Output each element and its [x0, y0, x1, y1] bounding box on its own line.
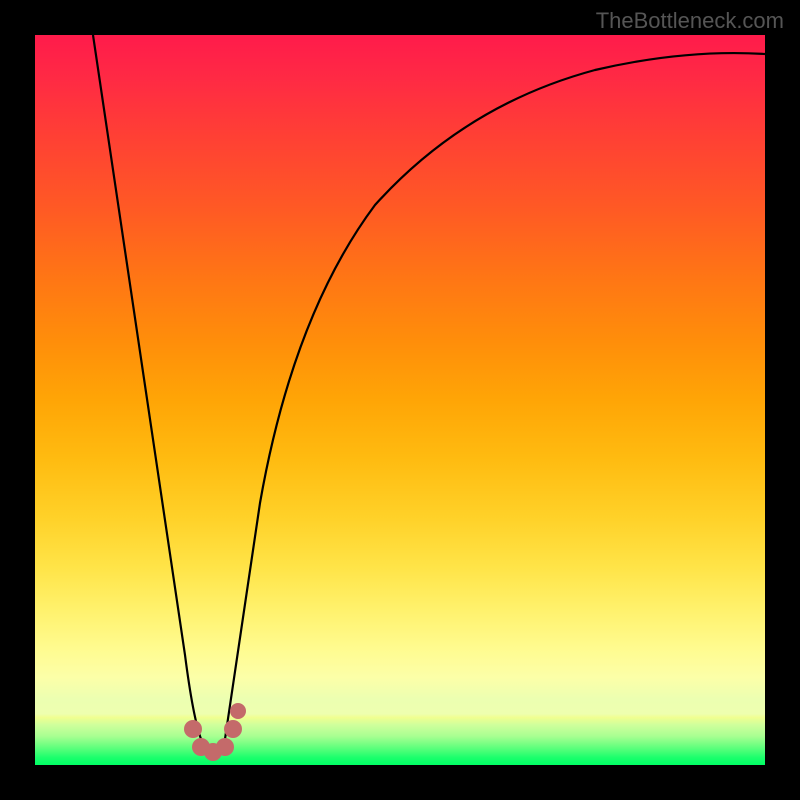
plot-area [35, 35, 765, 765]
marker-dot [230, 703, 246, 719]
marker-dot [224, 720, 242, 738]
watermark-text: TheBottleneck.com [596, 8, 784, 34]
curve-overlay [35, 35, 765, 765]
left-curve [93, 35, 201, 739]
right-curve [225, 53, 765, 739]
marker-dot [184, 720, 202, 738]
marker-dot [216, 738, 234, 756]
chart-container: TheBottleneck.com [0, 0, 800, 800]
